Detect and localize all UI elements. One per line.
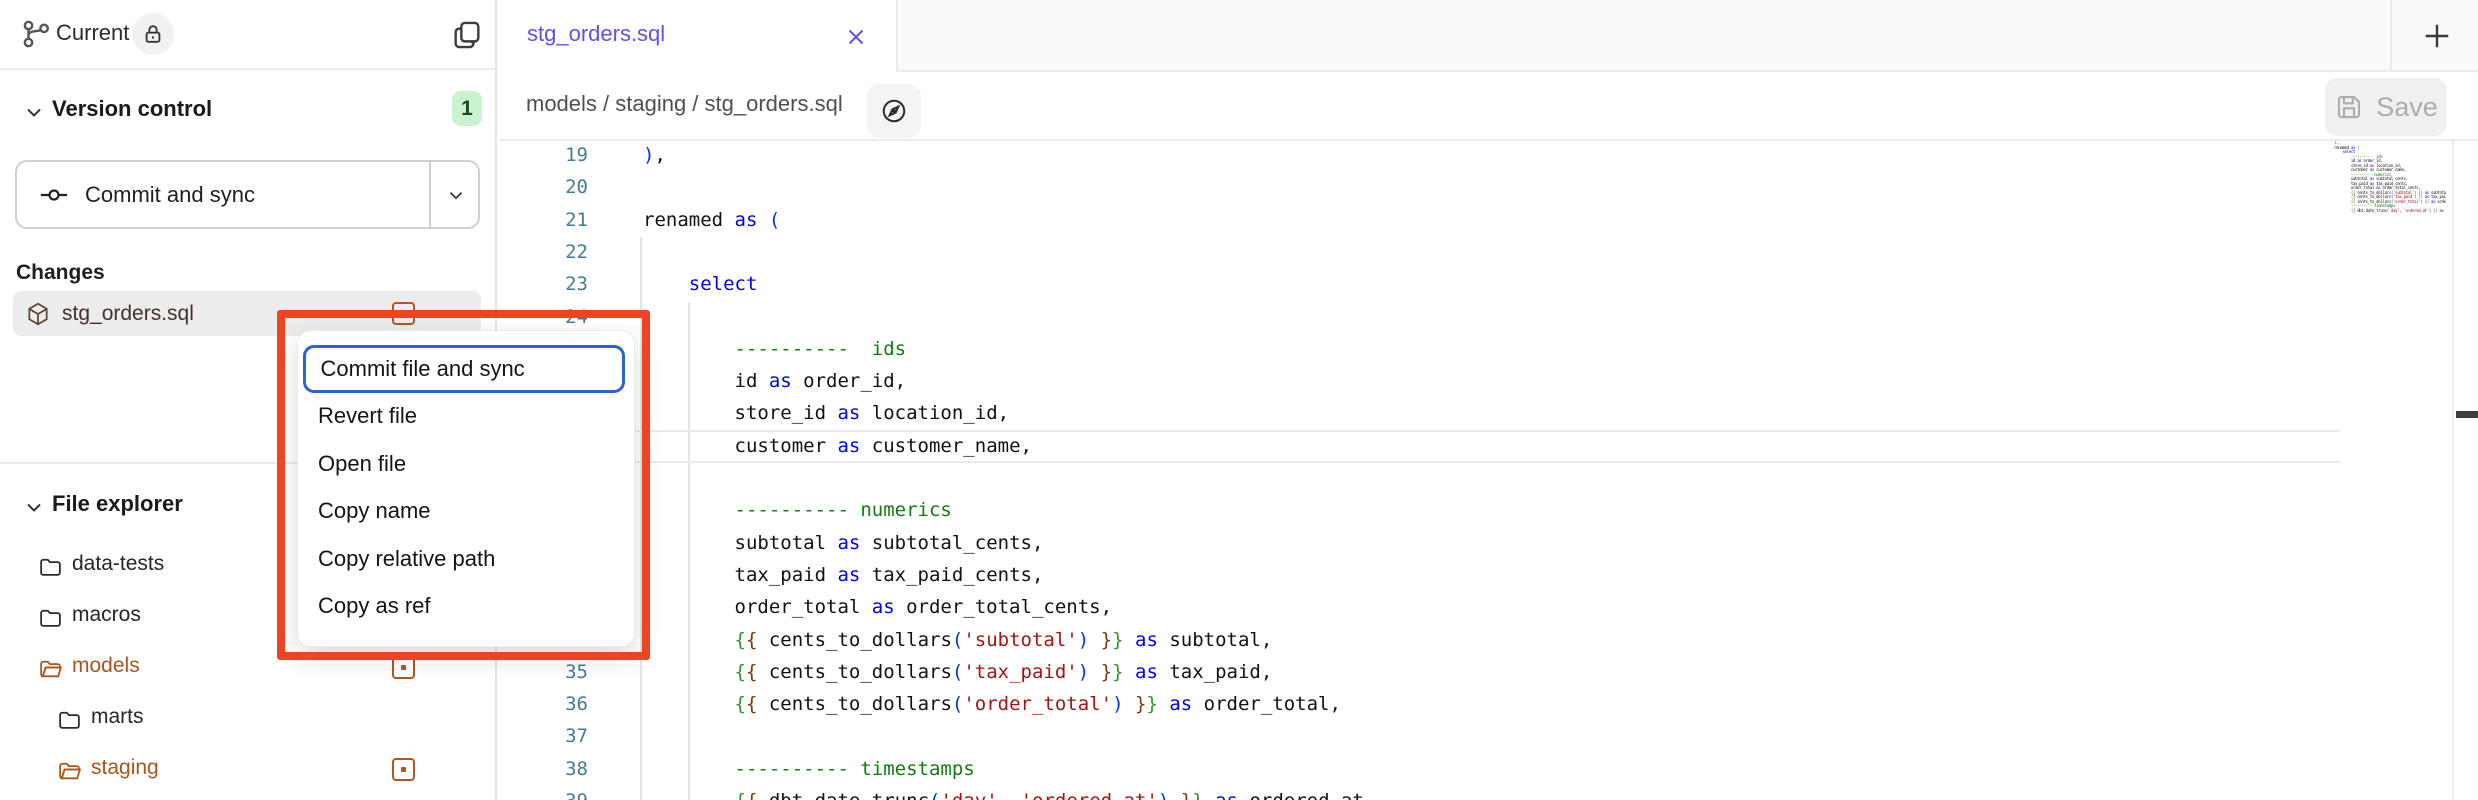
- modified-file-icon: [392, 302, 415, 325]
- cursor-position-marker: [2456, 411, 2478, 418]
- overview-ruler: [2452, 141, 2478, 800]
- commit-and-sync-split-button: Commit and sync: [15, 160, 480, 229]
- close-icon[interactable]: [843, 24, 869, 50]
- lock-icon: [142, 23, 164, 45]
- commit-icon: [39, 180, 69, 210]
- chevron-down-icon[interactable]: [22, 100, 46, 124]
- gutter-line-number: 24: [530, 306, 588, 328]
- changes-section-label: Changes: [16, 261, 105, 285]
- context-menu-item-revert-file[interactable]: Revert file: [298, 393, 634, 441]
- lineage-compass-icon: [879, 96, 909, 126]
- dbt-ide-window: Current Version control 1: [0, 0, 2478, 800]
- folder-name: models: [72, 654, 140, 678]
- folder-name: staging: [91, 756, 159, 780]
- context-menu-item-copy-relative-path[interactable]: Copy relative path: [298, 535, 634, 583]
- gutter-line-number: 20: [530, 176, 588, 198]
- code-line-35: {{ cents_to_dollars('tax_paid') }} as ta…: [643, 661, 1272, 683]
- context-menu-item-open-file[interactable]: Open file: [298, 440, 634, 488]
- folder-name: data-tests: [72, 552, 164, 576]
- code-line-39: {{ dbt.date_trunc('day', 'ordered_at') }…: [643, 790, 1364, 800]
- code-line-30: ---------- numerics: [643, 499, 952, 521]
- folder-icon: [38, 605, 63, 630]
- folder-icon: [57, 707, 82, 732]
- editor-tab-bar: stg_orders.sql: [499, 0, 2478, 72]
- modified-folder-icon: [392, 758, 415, 781]
- file-explorer-header[interactable]: File explorer: [52, 491, 183, 517]
- chevron-down-icon: [445, 184, 467, 206]
- file-explorer-item-staging[interactable]: staging: [0, 744, 497, 795]
- gutter-line-number: 37: [530, 725, 588, 747]
- file-explorer-item-models[interactable]: models: [0, 642, 497, 693]
- model-cube-icon: [25, 301, 51, 327]
- lineage-button[interactable]: [867, 84, 921, 138]
- duplicate-icon[interactable]: [450, 18, 484, 52]
- commit-options-dropdown[interactable]: [429, 162, 480, 227]
- tab-stg-orders-sql[interactable]: stg_orders.sql: [499, 0, 898, 72]
- branch-readonly-badge: [132, 13, 174, 55]
- code-line-26: id as order_id,: [643, 370, 906, 392]
- minimap[interactable]: ),renamed as ( select ---------- ids id …: [2334, 141, 2446, 800]
- branch-name: Current: [56, 20, 129, 46]
- plus-icon: [2419, 18, 2455, 54]
- code-line-25: ---------- ids: [643, 338, 906, 360]
- version-control-header[interactable]: Version control: [52, 96, 212, 122]
- gutter-line-number: 35: [530, 661, 588, 683]
- chevron-down-icon[interactable]: [22, 495, 46, 519]
- code-line-23: select: [643, 273, 757, 295]
- tab-label: stg_orders.sql: [527, 21, 665, 47]
- gutter-line-number: 36: [530, 693, 588, 715]
- indent-guide: [640, 237, 642, 800]
- commit-and-sync-label: Commit and sync: [85, 182, 255, 208]
- code-line-31: subtotal as subtotal_cents,: [643, 532, 1043, 554]
- code-line-28: customer as customer_name,: [643, 435, 1032, 457]
- save-floppy-icon: [2334, 92, 2364, 122]
- gutter-line-number: 39: [530, 790, 588, 800]
- file-context-menu: Commit file and syncRevert fileOpen file…: [297, 330, 635, 647]
- gutter-line-number: 23: [530, 273, 588, 295]
- divider: [2390, 0, 2392, 72]
- folder-open-icon: [38, 656, 63, 681]
- code-line-27: store_id as location_id,: [643, 402, 1009, 424]
- branch-bar: Current: [0, 0, 495, 70]
- new-tab-button[interactable]: [2415, 16, 2459, 56]
- folder-icon: [38, 554, 63, 579]
- gutter-line-number: 19: [530, 144, 588, 166]
- minimap-line: {{ dbt.date_trunc('day', 'ordered_at') }…: [2334, 209, 2446, 214]
- changed-file-name: stg_orders.sql: [62, 302, 194, 326]
- gutter-line-number: 21: [530, 209, 588, 231]
- commit-and-sync-button[interactable]: Commit and sync: [17, 162, 429, 227]
- gutter-line-number: 38: [530, 758, 588, 780]
- code-line-36: {{ cents_to_dollars('order_total') }} as…: [643, 693, 1341, 715]
- git-branch-icon: [20, 17, 54, 51]
- folder-name: marts: [91, 705, 144, 729]
- breadcrumb: models / staging / stg_orders.sql: [526, 91, 843, 117]
- code-line-33: order_total as order_total_cents,: [643, 596, 1112, 618]
- folder-name: macros: [72, 603, 141, 627]
- context-menu-item-copy-name[interactable]: Copy name: [298, 488, 634, 536]
- code-line-32: tax_paid as tax_paid_cents,: [643, 564, 1043, 586]
- code-line-19: ),: [643, 144, 666, 166]
- context-menu-item-commit-file-and-sync[interactable]: Commit file and sync: [303, 345, 625, 393]
- folder-open-icon: [57, 758, 82, 783]
- save-label: Save: [2376, 92, 2438, 123]
- modified-folder-icon: [392, 656, 415, 679]
- file-explorer-item-marts[interactable]: marts: [0, 693, 497, 744]
- code-editor[interactable]: 19),2021renamed as (2223 select2425 ----…: [499, 141, 2478, 800]
- save-button[interactable]: Save: [2325, 78, 2447, 136]
- code-line-34: {{ cents_to_dollars('subtotal') }} as su…: [643, 629, 1272, 651]
- gutter-line-number: 22: [530, 241, 588, 263]
- context-menu-item-copy-as-ref[interactable]: Copy as ref: [298, 583, 634, 631]
- code-line-21: renamed as (: [643, 209, 780, 231]
- breadcrumb-bar: models / staging / stg_orders.sql Save: [499, 72, 2478, 141]
- changes-count-badge: 1: [452, 91, 482, 126]
- code-line-38: ---------- timestamps: [643, 758, 975, 780]
